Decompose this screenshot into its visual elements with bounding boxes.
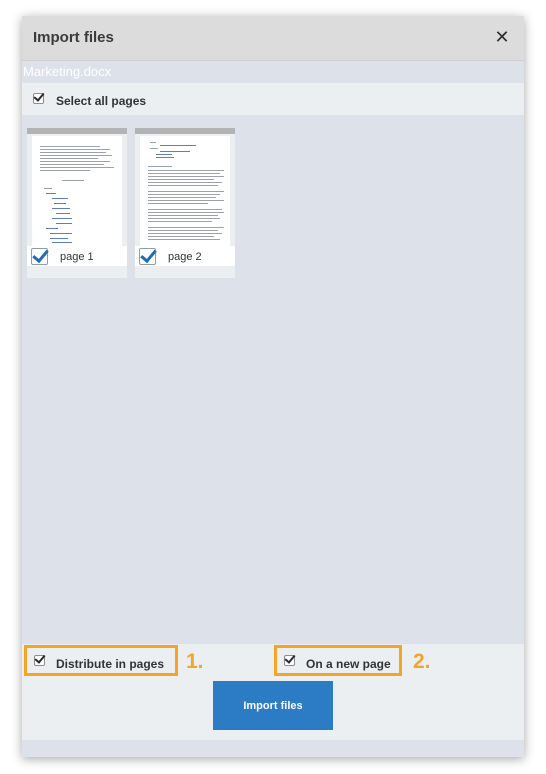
checkmark-icon bbox=[33, 90, 45, 102]
checkmark-icon bbox=[284, 652, 296, 664]
file-name: Marketing.docx bbox=[23, 64, 112, 79]
dialog-titlebar: Import files ✕ bbox=[22, 16, 524, 61]
checkmark-icon bbox=[140, 245, 157, 264]
distribute-in-pages-checkbox[interactable] bbox=[34, 652, 46, 666]
import-files-button[interactable]: Import files bbox=[213, 681, 333, 730]
page-1-checkbox[interactable] bbox=[31, 245, 49, 265]
page-label: page 1 bbox=[60, 251, 94, 263]
step-number-1: 1. bbox=[186, 650, 204, 673]
page-label: page 2 bbox=[168, 251, 202, 263]
page-thumbnail-1[interactable]: page 1 bbox=[27, 128, 127, 278]
on-a-new-page-label: On a new page bbox=[306, 657, 391, 671]
select-all-checkbox[interactable] bbox=[33, 90, 45, 104]
import-files-dialog: Import files ✕ Marketing.docx Select all… bbox=[22, 16, 524, 757]
on-a-new-page-checkbox[interactable] bbox=[284, 652, 296, 666]
dialog-title: Import files bbox=[33, 29, 114, 46]
thumbnail-header-strip bbox=[27, 128, 127, 134]
checkmark-icon bbox=[34, 652, 46, 664]
checkmark-icon bbox=[32, 245, 49, 264]
page-preview-2 bbox=[140, 136, 230, 246]
step-number-2: 2. bbox=[413, 650, 431, 673]
page-2-checkbox[interactable] bbox=[139, 245, 157, 265]
on-a-new-page-option[interactable]: On a new page bbox=[274, 645, 402, 676]
close-icon[interactable]: ✕ bbox=[492, 27, 512, 47]
page-preview-1 bbox=[32, 136, 122, 246]
select-all-label: Select all pages bbox=[56, 94, 147, 108]
distribute-in-pages-option[interactable]: Distribute in pages bbox=[24, 645, 178, 676]
thumbnail-header-strip bbox=[135, 128, 235, 134]
page-thumbnail-2[interactable]: page 2 bbox=[135, 128, 235, 278]
select-all-bar: Select all pages bbox=[22, 83, 524, 115]
distribute-in-pages-label: Distribute in pages bbox=[56, 657, 165, 671]
